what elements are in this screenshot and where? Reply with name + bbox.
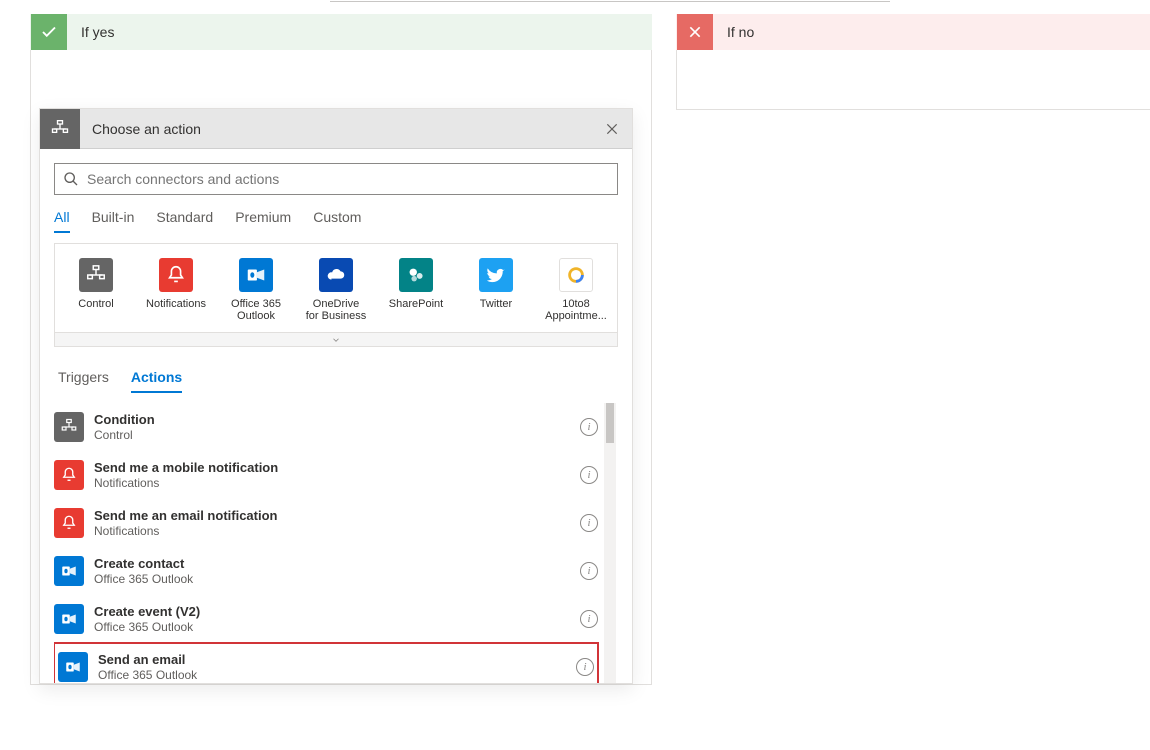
connector-item[interactable]: 10to8 Appointme... — [545, 258, 607, 322]
action-text: Send me an email notificationNotificatio… — [94, 508, 580, 538]
outlook-icon — [58, 652, 88, 682]
connector-item[interactable]: Office 365 Outlook — [225, 258, 287, 322]
connector-label: Office 365 Outlook — [225, 298, 287, 322]
action-subtitle: Control — [94, 428, 580, 442]
ring-icon — [559, 258, 593, 292]
action-picker-title: Choose an action — [80, 121, 592, 137]
action-subtitle: Notifications — [94, 476, 580, 490]
branch-yes-title: If yes — [67, 24, 114, 40]
top-divider — [330, 0, 890, 2]
branch-no-title: If no — [713, 24, 754, 40]
connectors-panel: Control Notifications Office 365 Outlook On… — [54, 243, 618, 347]
outlook-icon — [54, 556, 84, 586]
action-item[interactable]: Send me a mobile notificationNotificatio… — [54, 451, 598, 499]
action-picker-header: Choose an action — [40, 109, 632, 149]
info-icon[interactable]: i — [580, 466, 598, 484]
flow-icon — [40, 109, 80, 149]
info-icon[interactable]: i — [580, 610, 598, 628]
flow-icon — [54, 412, 84, 442]
action-text: Send me a mobile notificationNotificatio… — [94, 460, 580, 490]
branch-yes-header[interactable]: If yes — [30, 14, 652, 50]
action-text: Create contactOffice 365 Outlook — [94, 556, 580, 586]
info-icon[interactable]: i — [580, 418, 598, 436]
branch-no-body — [676, 50, 1150, 110]
tab-standard[interactable]: Standard — [156, 209, 213, 233]
action-item[interactable]: ConditionControli — [54, 403, 598, 451]
flow-icon — [79, 258, 113, 292]
tab-custom[interactable]: Custom — [313, 209, 361, 233]
bell-icon — [54, 460, 84, 490]
branch-no-column: If no — [676, 14, 1150, 685]
branch-no-header[interactable]: If no — [676, 14, 1150, 50]
bell-icon — [54, 508, 84, 538]
info-icon[interactable]: i — [580, 514, 598, 532]
tab-triggers[interactable]: Triggers — [58, 369, 109, 393]
cloud-icon — [319, 258, 353, 292]
tab-all[interactable]: All — [54, 209, 70, 233]
connector-label: OneDrive for Business — [305, 298, 367, 322]
search-icon — [63, 171, 79, 187]
expand-connectors-button[interactable] — [55, 332, 617, 346]
action-subtitle: Office 365 Outlook — [98, 668, 576, 682]
check-icon — [31, 14, 67, 50]
actions-list: ConditionControliSend me a mobile notifi… — [54, 403, 616, 683]
cross-icon — [677, 14, 713, 50]
search-input[interactable] — [87, 164, 609, 194]
info-icon[interactable]: i — [580, 562, 598, 580]
action-title: Condition — [94, 412, 580, 428]
connector-item[interactable]: SharePoint — [385, 258, 447, 322]
action-title: Create event (V2) — [94, 604, 580, 620]
action-title: Send me an email notification — [94, 508, 580, 524]
action-text: ConditionControl — [94, 412, 580, 442]
sharepoint-icon — [399, 258, 433, 292]
search-box[interactable] — [54, 163, 618, 195]
connector-label: Control — [78, 298, 113, 310]
action-item[interactable]: Create event (V2)Office 365 Outlooki — [54, 595, 598, 643]
action-item[interactable]: Send me an email notificationNotificatio… — [54, 499, 598, 547]
tab-actions[interactable]: Actions — [131, 369, 182, 393]
action-picker: Choose an action All Built-in — [39, 108, 633, 684]
action-title: Create contact — [94, 556, 580, 572]
tab-built-in[interactable]: Built-in — [92, 209, 135, 233]
tab-premium[interactable]: Premium — [235, 209, 291, 233]
trigger-action-tabs: Triggers Actions — [58, 369, 618, 393]
connector-label: 10to8 Appointme... — [545, 298, 607, 322]
action-text: Send an emailOffice 365 Outlook — [98, 652, 576, 682]
category-tabs: All Built-in Standard Premium Custom — [54, 209, 618, 233]
connector-label: SharePoint — [389, 298, 443, 310]
connector-item[interactable]: Twitter — [465, 258, 527, 322]
connector-item[interactable]: Notifications — [145, 258, 207, 322]
outlook-icon — [54, 604, 84, 634]
outlook-icon — [239, 258, 273, 292]
action-subtitle: Office 365 Outlook — [94, 572, 580, 586]
action-text: Create event (V2)Office 365 Outlook — [94, 604, 580, 634]
action-item[interactable]: Create contactOffice 365 Outlooki — [54, 547, 598, 595]
actions-scrollbar-thumb[interactable] — [606, 403, 614, 443]
close-button[interactable] — [592, 109, 632, 149]
action-title: Send an email — [98, 652, 576, 668]
connector-item[interactable]: Control — [65, 258, 127, 322]
info-icon[interactable]: i — [576, 658, 594, 676]
connector-item[interactable]: OneDrive for Business — [305, 258, 367, 322]
twitter-icon — [479, 258, 513, 292]
branch-yes-body: Choose an action All Built-in — [30, 50, 652, 685]
action-item[interactable]: Send an emailOffice 365 Outlooki — [54, 643, 598, 683]
bell-icon — [159, 258, 193, 292]
branch-yes-column: If yes Choose an action — [30, 14, 652, 685]
action-subtitle: Notifications — [94, 524, 580, 538]
connector-label: Notifications — [146, 298, 206, 310]
actions-scrollbar[interactable] — [604, 403, 616, 683]
action-title: Send me a mobile notification — [94, 460, 580, 476]
connector-label: Twitter — [480, 298, 512, 310]
action-subtitle: Office 365 Outlook — [94, 620, 580, 634]
